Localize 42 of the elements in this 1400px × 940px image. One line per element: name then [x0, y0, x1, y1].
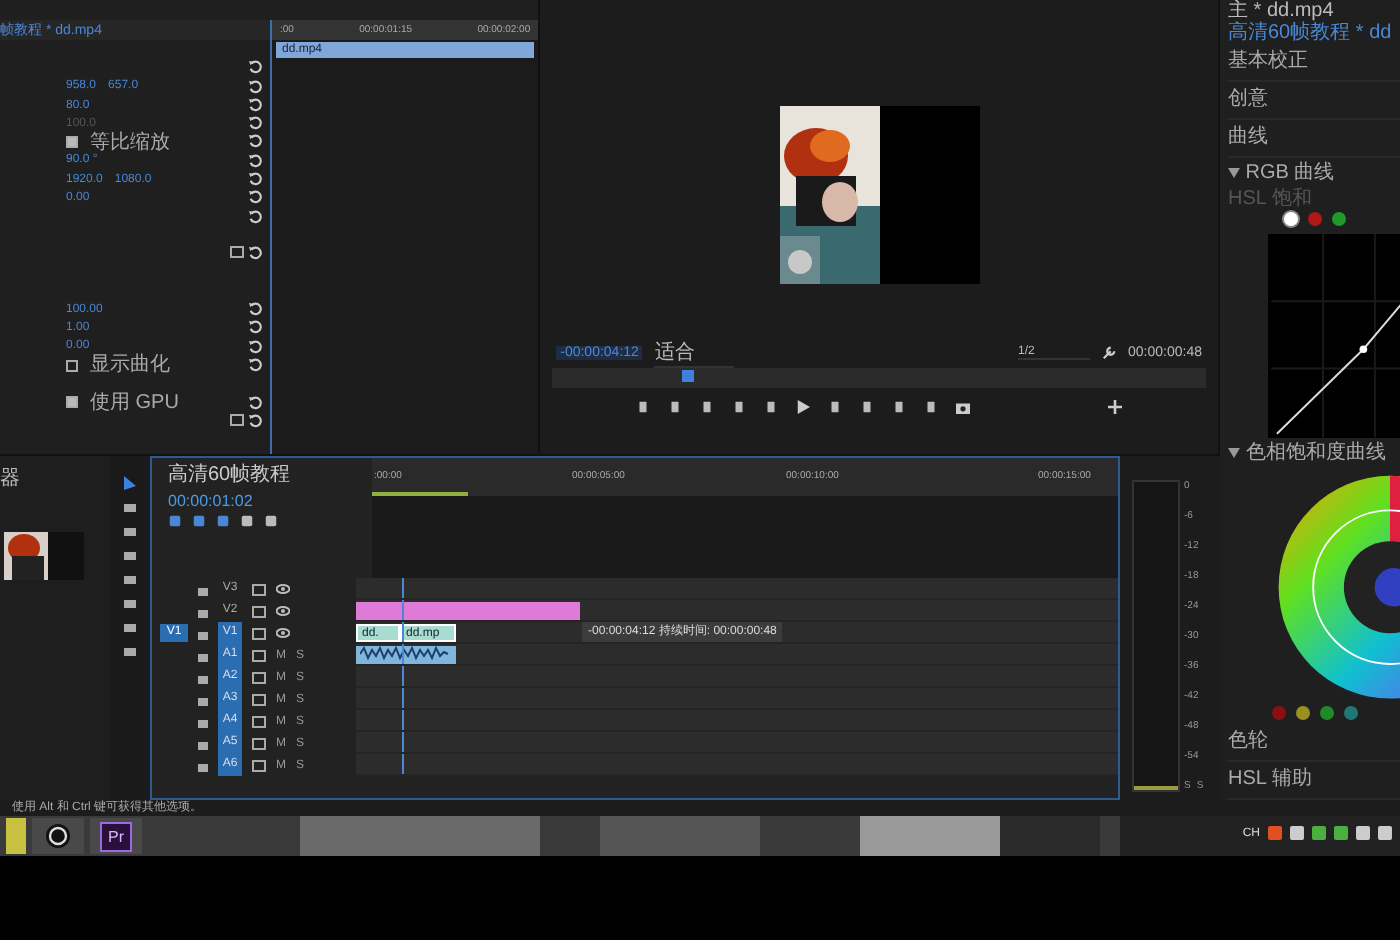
- section-header[interactable]: 曲线: [1228, 126, 1268, 148]
- section-header[interactable]: HSL 辅助: [1228, 768, 1312, 790]
- channel-dot[interactable]: [1331, 212, 1345, 226]
- playhead-timecode[interactable]: 00:00:01:02: [168, 492, 372, 511]
- audio-clip[interactable]: [356, 646, 456, 665]
- eye-icon[interactable]: [276, 628, 290, 639]
- hue-dot[interactable]: [1295, 706, 1309, 720]
- checkbox-label: 等比缩放: [90, 133, 170, 152]
- sequence-tab[interactable]: 高清60帧教程 * dd: [1228, 22, 1392, 44]
- checkbox[interactable]: [66, 359, 78, 372]
- section-header[interactable]: 创意: [1228, 88, 1268, 110]
- camera-icon[interactable]: [956, 399, 971, 413]
- checkbox-label: 使用 GPU: [90, 393, 179, 412]
- taskbar-app[interactable]: [32, 818, 84, 854]
- waveform-icon: [360, 646, 454, 661]
- reset-icon[interactable]: [248, 246, 262, 261]
- channel-dot[interactable]: [1283, 212, 1297, 226]
- eye-icon[interactable]: [276, 606, 290, 617]
- checkbox-label: 显示曲化: [90, 356, 170, 375]
- caret-icon[interactable]: [1228, 447, 1240, 458]
- sequence-tab[interactable]: 高清60帧教程: [168, 460, 372, 489]
- selection-tool-icon[interactable]: [122, 476, 138, 493]
- checkbox[interactable]: [66, 396, 78, 409]
- taskbar-app[interactable]: Pr: [90, 818, 142, 854]
- panel-title[interactable]: 器: [0, 464, 110, 493]
- playhead-handle[interactable]: [682, 370, 695, 382]
- add-icon[interactable]: [1108, 399, 1123, 413]
- obs-icon: [46, 824, 70, 848]
- eye-icon[interactable]: [276, 584, 290, 595]
- section-header[interactable]: 基本校正: [1228, 50, 1308, 72]
- hue-dot[interactable]: [1343, 706, 1357, 720]
- hue-dot[interactable]: [1319, 706, 1333, 720]
- channel-dot[interactable]: [1307, 212, 1321, 226]
- caret-icon[interactable]: [1228, 168, 1240, 178]
- timeline-clip[interactable]: [356, 602, 580, 621]
- play-icon[interactable]: [796, 399, 811, 413]
- section-header[interactable]: RGB 曲线: [1245, 162, 1335, 184]
- checkbox[interactable]: [66, 136, 78, 149]
- section-header[interactable]: 色轮: [1228, 730, 1268, 752]
- hue-dot[interactable]: [1271, 706, 1285, 720]
- section-header[interactable]: 色相饱和度曲线: [1245, 441, 1386, 464]
- app-logo: Pr: [100, 821, 132, 851]
